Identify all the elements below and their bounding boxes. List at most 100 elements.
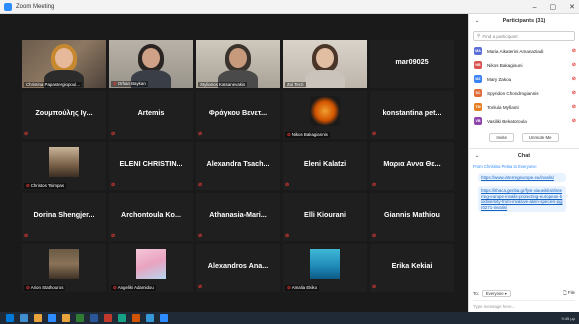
muted-mic-icon[interactable]: ⊘ — [572, 62, 576, 68]
chevron-down-icon[interactable]: ⌄ — [475, 18, 479, 24]
participant-name: Amalia Ekiko — [291, 285, 318, 290]
participant-name: Φράγκου Βενετ... — [208, 108, 268, 117]
muted-mic-icon: ⊘ — [287, 285, 291, 290]
invite-button[interactable]: Invite — [489, 133, 514, 142]
participant-row[interactable]: SC Spyridon Chondrogiannis ⊘ — [469, 86, 579, 100]
muted-mic-icon[interactable]: ⊘ — [572, 104, 576, 110]
participant-tile[interactable]: ⊘Angeliki Adamidou — [109, 244, 193, 292]
participant-row[interactable]: NB Nikos Bakagiouni ⊘ — [469, 58, 579, 72]
start-icon[interactable] — [6, 314, 14, 322]
participant-tile[interactable]: ELENI CHRISTIN... ⊘ — [109, 142, 193, 190]
participant-list: MA Maria Aikaterini Amanaziadi ⊘ NB Nikos Ba… — [469, 44, 579, 128]
unmute-me-button[interactable]: Unmute Me — [521, 133, 559, 142]
participant-name: Stylianos Katsanevakis — [200, 82, 246, 87]
taskbar-app-icon[interactable] — [118, 314, 126, 322]
muted-mic-icon: ⊘ — [26, 183, 30, 188]
taskbar-app-icon[interactable] — [132, 314, 140, 322]
participant-tile[interactable]: ⊘Christos Tsimpas — [22, 142, 106, 190]
muted-mic-icon[interactable]: ⊘ — [572, 90, 576, 96]
muted-mic-icon: ⊘ — [287, 132, 291, 137]
participant-caption: ⊘Nikos Bakagiannis — [285, 132, 330, 138]
participant-tile[interactable]: Archontoula Ko... ⊘ — [109, 193, 193, 241]
participant-row[interactable]: TM Tonlula Myfianti ⊘ — [469, 100, 579, 114]
minimize-button[interactable]: – — [533, 4, 537, 11]
participant-tile[interactable]: Μαρια Αννα Θε... ⊘ — [370, 142, 454, 190]
participant-tile[interactable]: Ζουμπούλης Ιγ... ⊘ — [22, 91, 106, 139]
chat-message-link[interactable]: https://www.interregeurope.eu/invalis/ — [478, 173, 566, 183]
file-button[interactable]: 🗋 File — [563, 289, 575, 297]
taskbar-app-icon[interactable] — [62, 314, 70, 322]
participant-tile[interactable]: ⊘Nikos Bakagiannis — [283, 91, 367, 139]
participant-tile[interactable]: Elli Kiourani ⊘ — [283, 193, 367, 241]
participant-tile[interactable]: Φράγκου Βενετ... ⊘ — [196, 91, 280, 139]
participant-tile[interactable]: mar09025 — [370, 40, 454, 88]
participant-name: Archontoula Ko... — [121, 210, 181, 219]
participant-tile[interactable]: Dorina Shengjer... ⊘ — [22, 193, 106, 241]
muted-mic-icon: ⊘ — [111, 131, 116, 137]
muted-mic-icon: ⊘ — [372, 131, 377, 137]
participant-tile[interactable]: konstantina pet... ⊘ — [370, 91, 454, 139]
gallery-grid: Christina Papastergiopoul... ⊘Orhan Bayka… — [22, 40, 454, 310]
muted-mic-icon[interactable]: ⊘ — [572, 48, 576, 54]
chat-title: Chat — [517, 152, 531, 159]
close-button[interactable]: ✕ — [569, 3, 575, 11]
system-tray: 9:45 μμ — [561, 312, 575, 324]
taskbar-app-icon[interactable] — [34, 314, 42, 322]
avatar: NB — [474, 61, 482, 69]
participant-list-name: Mary Zakou — [487, 76, 512, 82]
maximize-button[interactable]: ▢ — [550, 3, 557, 11]
participant-caption: ⊘Orhan Baykan — [111, 81, 148, 87]
participant-row[interactable]: VB Vasiliki Bekatoroula ⊘ — [469, 114, 579, 128]
muted-mic-icon: ⊘ — [24, 233, 29, 239]
participant-tile[interactable]: ⊘Arion Stathouros — [22, 244, 106, 292]
participant-tile[interactable]: Eleni Kalatzi ⊘ — [283, 142, 367, 190]
participants-title: Participants (31) — [502, 18, 546, 24]
taskbar-app-icon[interactable] — [20, 314, 28, 322]
participant-list-name: Maria Aikaterini Amanaziadi — [487, 48, 544, 54]
chevron-down-icon[interactable]: ⌄ — [475, 153, 479, 159]
participant-tile[interactable]: Zoi Terzi — [283, 40, 367, 88]
muted-mic-icon: ⊘ — [285, 233, 290, 239]
taskbar-app-icon[interactable] — [48, 314, 56, 322]
participant-caption: ⊘Christos Tsimpas — [24, 183, 67, 189]
to-label: To: — [473, 290, 479, 296]
chat-body: From Christina Petsa to Everyone: https:… — [469, 164, 579, 213]
file-label: File — [567, 290, 575, 295]
taskbar-app-icon[interactable] — [76, 314, 84, 322]
participant-name: Μαρια Αννα Θε... — [383, 159, 441, 168]
participant-tile[interactable]: Giannis Mathiou ⊘ — [370, 193, 454, 241]
chat-input[interactable]: Type message here... — [473, 300, 575, 309]
participant-row[interactable]: MZ Mary Zakou ⊘ — [469, 72, 579, 86]
muted-mic-icon[interactable]: ⊘ — [572, 76, 576, 82]
participant-tile[interactable]: ⊘Orhan Baykan — [109, 40, 193, 88]
participant-caption: ⊘Arion Stathouros — [24, 285, 66, 291]
participant-tile[interactable]: Alexandros Ana... ⊘ — [196, 244, 280, 292]
participant-tile[interactable]: Christina Papastergiopoul... — [22, 40, 106, 88]
muted-mic-icon: ⊘ — [113, 285, 117, 290]
search-icon: ⚲ — [477, 33, 481, 38]
avatar: MZ — [474, 75, 482, 83]
participant-row[interactable]: MA Maria Aikaterini Amanaziadi ⊘ — [469, 44, 579, 58]
participant-tile[interactable]: Alexandra Tsach... ⊘ — [196, 142, 280, 190]
taskbar-app-icon[interactable] — [160, 314, 168, 322]
participant-tile[interactable]: ⊘Amalia Ekiko — [283, 244, 367, 292]
taskbar-app-icon[interactable] — [104, 314, 112, 322]
muted-mic-icon: ⊘ — [198, 233, 203, 239]
taskbar: 9:45 μμ — [0, 312, 579, 324]
muted-mic-icon[interactable]: ⊘ — [572, 118, 576, 124]
participant-tile[interactable]: Stylianos Katsanevakis — [196, 40, 280, 88]
taskbar-app-icon[interactable] — [146, 314, 154, 322]
participant-search-input[interactable]: ⚲ Find a participant — [473, 31, 575, 41]
recipient-select[interactable]: Everyone ▾ — [481, 289, 511, 297]
participant-video — [283, 40, 367, 88]
participant-tile[interactable]: Erika Kekiai ⊘ — [370, 244, 454, 292]
participant-tile[interactable]: Artemis ⊘ — [109, 91, 193, 139]
participant-name: Elli Kiourani — [304, 210, 346, 219]
participant-tile[interactable]: Athanasia-Mari... ⊘ — [196, 193, 280, 241]
chat-message-link[interactable]: https://ithaca.genba.gr/fysi-xiaoeiklisi… — [478, 186, 566, 213]
muted-mic-icon: ⊘ — [26, 285, 30, 290]
participant-name: Orhan Baykan — [117, 81, 146, 86]
taskbar-app-icon[interactable] — [90, 314, 98, 322]
muted-mic-icon: ⊘ — [372, 182, 377, 188]
participant-name: Alexandra Tsach... — [206, 159, 270, 168]
